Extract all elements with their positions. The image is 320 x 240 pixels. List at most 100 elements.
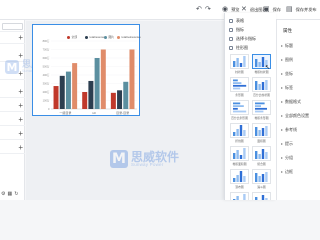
list-item[interactable]: + [0,50,25,62]
chart-type-thumbnail[interactable]: 百分比条形图 [230,100,249,121]
bar[interactable] [117,90,123,109]
chart-type-item[interactable]: 柱形图 [229,44,248,51]
plus-icon[interactable]: + [18,87,23,96]
chart-type-thumbnail[interactable]: 环形图 [252,192,271,200]
chevron-right-icon: ▸ [281,85,284,90]
chart-type-thumbnail[interactable]: 漏斗图 [252,169,271,190]
chart-widget[interactable]: 全部 totalrevenue 图片 totalnetrevenue 800万 700万… [32,24,141,116]
bar[interactable] [53,86,59,109]
plus-icon[interactable]: + [18,33,23,42]
thumbnail-caption: 组合图 [257,161,266,166]
chart-type-thumbnail[interactable]: 条形图 [230,77,249,98]
y-tick-label: 500万 [43,65,50,69]
x-tick-label: tdl [92,111,96,115]
thumbnail-image [230,100,249,115]
chart-type-thumbnail[interactable]: 饼图 [230,192,249,200]
redo-icon: ↷ [205,6,211,13]
settings-icon[interactable]: ⚙ [1,191,5,197]
chart-type-thumbnail[interactable]: 柱状图 [230,54,249,75]
chart-type-thumbnail[interactable]: 瀑布图 [230,169,249,190]
property-section[interactable]: ▸ 全部颜色设置 [281,112,309,119]
bar[interactable] [72,63,78,109]
thumbnail-image [252,100,271,115]
thumbnail-image [252,77,271,92]
thumbnail-image [230,54,249,69]
list-item[interactable]: + [0,32,25,44]
list-item[interactable]: + [0,128,25,140]
bar-chart-icon [229,45,233,50]
property-section[interactable]: ▸ 参考线 [281,126,297,133]
chevron-right-icon: ▸ [281,71,284,76]
property-section[interactable]: ▸ 图例 [281,56,293,63]
chevron-right-icon: ▸ [281,99,284,104]
property-section[interactable]: ▸ 标签 [281,84,293,91]
bar[interactable] [123,81,129,109]
close-icon: ✕ [241,6,247,13]
chart-type-item[interactable]: 指标 [229,26,244,33]
chart-type-panel: 表格指标选择卡指标柱形图 柱状图 堆积柱状图 ↖ 条形图 百分比柱状图 百分比条形图 堆积条… [224,13,276,200]
publish-icon: ▤ [286,6,293,13]
plus-icon[interactable]: + [18,101,23,110]
metric-icon [229,27,233,32]
property-section-label: 提示 [285,140,294,146]
list-item[interactable]: + [0,86,25,98]
plus-icon[interactable]: + [18,51,23,60]
chart-type-thumbnail[interactable]: 堆积条形图 [252,100,271,121]
y-tick-label: 400万 [43,73,50,77]
chart-type-item[interactable]: 选择卡指标 [229,35,256,42]
property-panel: 属性 ▸ 标题 ▸ 图例 ▸ 坐标 ▸ 标签 ▸ 数据格式 ▸ 全部颜色设置 ▸ 参考线 ▸ 提示 ▸ 分组 ▸ 边框 [276,20,320,200]
plus-icon[interactable]: + [18,69,23,78]
chart-type-item[interactable]: 表格 [229,17,244,24]
undo-button[interactable]: ↶ [196,2,202,17]
property-section[interactable]: ▸ 坐标 [281,70,293,77]
eye-icon: ◉ [222,6,229,13]
chart-type-thumbnail[interactable]: 百分比柱状图 [252,77,271,98]
property-section-label: 参考线 [285,126,298,132]
chevron-right-icon: ▸ [281,113,284,118]
plus-icon[interactable]: + [18,143,23,152]
plus-icon[interactable]: + [18,115,23,124]
bar[interactable] [94,58,100,109]
refresh-icon[interactable]: ↻ [14,191,18,197]
chart-type-label: 指标 [236,26,244,32]
property-section-label: 全部颜色设置 [285,112,310,118]
table-icon [229,18,233,23]
property-section[interactable]: ▸ 边框 [281,168,293,175]
left-search-input[interactable] [2,23,23,30]
chevron-right-icon: ▸ [281,127,284,132]
property-section-label: 坐标 [285,70,294,76]
list-item[interactable]: + [0,142,25,154]
list-item[interactable]: + [0,100,25,112]
property-section[interactable]: ▸ 数据格式 [281,98,301,105]
plus-icon[interactable]: + [18,129,23,138]
y-tick-label: 700万 [43,48,50,52]
chevron-right-icon: ▸ [281,169,284,174]
chart-type-label: 柱形图 [236,44,248,50]
left-bottom-tools: ⚙ ▦ ↻ [0,187,25,200]
chart-type-thumbnail[interactable]: 折线图 [230,123,249,144]
list-item[interactable]: + [0,68,25,80]
thumbnail-image [252,146,271,161]
property-section[interactable]: ▸ 标题 [281,42,293,49]
bar[interactable] [129,49,135,110]
chart-type-thumbnail[interactable]: 组合图 [252,146,271,167]
property-section[interactable]: ▸ 提示 [281,140,293,147]
redo-button[interactable]: ↷ [205,2,211,17]
bar[interactable] [59,75,65,109]
property-section[interactable]: ▸ 分组 [281,154,293,161]
preview-label: 预览 [231,6,240,12]
bar[interactable] [100,49,106,110]
save-publish-button[interactable]: ▤ 保存并发布 [286,2,317,17]
chart-type-thumbnail[interactable]: 堆积柱状图 ↖ [252,54,271,75]
chevron-right-icon: ▸ [281,43,284,48]
list-item[interactable]: + [0,114,25,126]
bar[interactable] [88,80,94,109]
bar[interactable] [110,92,116,109]
grid-icon[interactable]: ▦ [7,191,12,197]
bar-chart-svg: 800万 700万 600万 500万 400万 300万 200万 100万 0 [43,39,137,111]
chart-type-thumbnail[interactable]: 面积图 [252,123,271,144]
bar[interactable] [65,71,71,109]
chart-type-thumbnail[interactable]: 堆积面积图 [230,146,249,167]
save-publish-label: 保存并发布 [295,6,317,12]
bar[interactable] [82,92,88,109]
